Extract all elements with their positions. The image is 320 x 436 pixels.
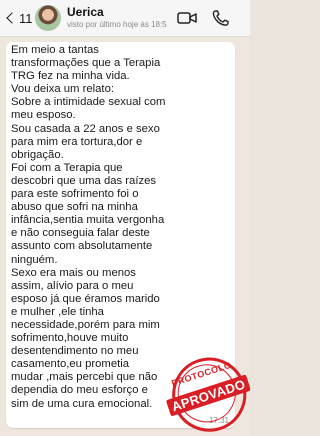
chat-header: 11 Uerica visto por último hoje às 18:5: [0, 0, 250, 37]
contact-info[interactable]: Uerica visto por último hoje às 18:5: [67, 5, 177, 30]
chat-screen: 11 Uerica visto por último hoje às 18:5 …: [0, 0, 250, 436]
chevron-left-icon: [6, 12, 18, 24]
phone-icon[interactable]: [210, 8, 232, 28]
back-button[interactable]: 11: [6, 8, 33, 28]
contact-status: visto por último hoje às 18:5: [67, 20, 167, 29]
back-count: 11: [19, 10, 33, 26]
video-camera-icon[interactable]: [176, 8, 198, 28]
contact-name: Uerica: [67, 5, 104, 19]
avatar[interactable]: [35, 5, 61, 31]
